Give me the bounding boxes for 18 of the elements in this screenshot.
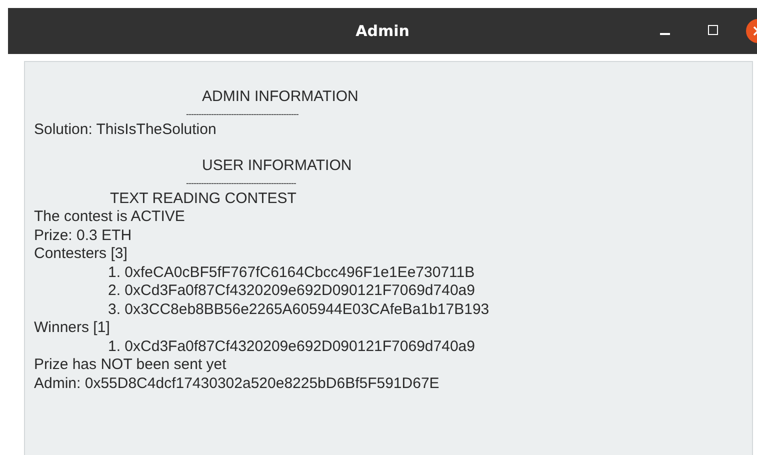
maximize-icon[interactable] [708, 25, 718, 35]
info-line: The contest is ACTIVE [34, 208, 185, 226]
dashed-rule: --------------------------------------------- [185, 108, 298, 120]
info-line: Contesters [3] [34, 245, 128, 264]
address-item: 1. 0xfeCA0cBF5fF767fC6164Cbcc496F1e1Ee730711B [107, 264, 475, 282]
address-item: 2. 0xCd3Fa0f87Cf4320209e692D090121F7069d740a9 [107, 282, 475, 300]
contest-title: TEXT READING CONTEST [109, 190, 296, 208]
window-title: Admin [356, 20, 410, 42]
info-line: Solution: ThisIsTheSolution [34, 120, 216, 139]
info-line: Admin: 0x55D8C4dcf17430302a520e8225bD6Bf5F591D67E [34, 374, 440, 393]
address-item: 3. 0x3CC8eb8BB56e2265A605944E03CAfeBa1b17B193 [107, 300, 490, 319]
info-line: Prize: 0.3 ETH [34, 226, 132, 245]
section-heading: USER INFORMATION [201, 157, 352, 176]
section-heading: ADMIN INFORMATION [201, 88, 358, 106]
info-line: Winners [1] [34, 319, 110, 338]
address-item: 1. 0xCd3Fa0f87Cf4320209e692D090121F7069d740a9 [107, 338, 475, 356]
dashed-rule: -------------------------------------------- [185, 176, 296, 190]
info-line: Prize has NOT been sent yet [34, 356, 226, 374]
